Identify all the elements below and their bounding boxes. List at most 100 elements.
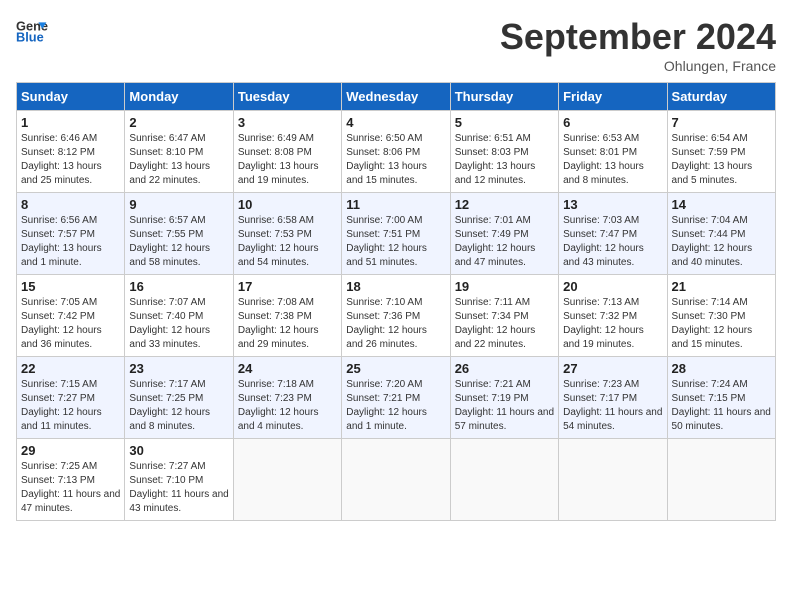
sunset-info: Sunset: 7:19 PM [455,393,529,404]
sunrise-info: Sunrise: 6:47 AM [129,133,205,144]
sunrise-info: Sunrise: 6:50 AM [346,133,422,144]
day-number: 17 [238,279,337,294]
sunset-info: Sunset: 7:25 PM [129,393,203,404]
sunrise-info: Sunrise: 6:49 AM [238,133,314,144]
table-row: 21 Sunrise: 7:14 AM Sunset: 7:30 PM Dayl… [667,275,775,357]
table-row: 22 Sunrise: 7:15 AM Sunset: 7:27 PM Dayl… [17,357,125,439]
daylight-info: Daylight: 12 hours and 33 minutes. [129,325,210,350]
day-number: 15 [21,279,120,294]
sunset-info: Sunset: 7:27 PM [21,393,95,404]
title-block: September 2024 Ohlungen, France [500,16,776,74]
day-number: 1 [21,115,120,130]
sunrise-info: Sunrise: 6:58 AM [238,215,314,226]
daylight-info: Daylight: 11 hours and 43 minutes. [129,489,228,514]
sunrise-info: Sunrise: 7:18 AM [238,379,314,390]
location: Ohlungen, France [500,58,776,74]
daylight-info: Daylight: 12 hours and 4 minutes. [238,407,319,432]
sunset-info: Sunset: 7:38 PM [238,311,312,322]
daylight-info: Daylight: 12 hours and 43 minutes. [563,243,644,268]
sunset-info: Sunset: 7:17 PM [563,393,637,404]
table-row [667,439,775,521]
day-number: 11 [346,197,445,212]
sunrise-info: Sunrise: 6:53 AM [563,133,639,144]
sunset-info: Sunset: 7:47 PM [563,229,637,240]
daylight-info: Daylight: 13 hours and 12 minutes. [455,161,536,186]
day-number: 7 [672,115,771,130]
day-of-week-header: Tuesday [233,83,341,111]
table-row: 8 Sunrise: 6:56 AM Sunset: 7:57 PM Dayli… [17,193,125,275]
sunrise-info: Sunrise: 7:05 AM [21,297,97,308]
sunrise-info: Sunrise: 7:10 AM [346,297,422,308]
table-row: 25 Sunrise: 7:20 AM Sunset: 7:21 PM Dayl… [342,357,450,439]
day-number: 23 [129,361,228,376]
table-row: 29 Sunrise: 7:25 AM Sunset: 7:13 PM Dayl… [17,439,125,521]
sunset-info: Sunset: 7:53 PM [238,229,312,240]
daylight-info: Daylight: 13 hours and 19 minutes. [238,161,319,186]
sunset-info: Sunset: 7:40 PM [129,311,203,322]
daylight-info: Daylight: 12 hours and 47 minutes. [455,243,536,268]
day-number: 29 [21,443,120,458]
day-number: 14 [672,197,771,212]
table-row: 30 Sunrise: 7:27 AM Sunset: 7:10 PM Dayl… [125,439,233,521]
sunrise-info: Sunrise: 7:01 AM [455,215,531,226]
table-row: 18 Sunrise: 7:10 AM Sunset: 7:36 PM Dayl… [342,275,450,357]
daylight-info: Daylight: 13 hours and 1 minute. [21,243,102,268]
daylight-info: Daylight: 13 hours and 5 minutes. [672,161,753,186]
daylight-info: Daylight: 12 hours and 29 minutes. [238,325,319,350]
daylight-info: Daylight: 11 hours and 50 minutes. [672,407,771,432]
calendar-table: SundayMondayTuesdayWednesdayThursdayFrid… [16,82,776,521]
sunrise-info: Sunrise: 7:07 AM [129,297,205,308]
daylight-info: Daylight: 13 hours and 25 minutes. [21,161,102,186]
sunrise-info: Sunrise: 6:56 AM [21,215,97,226]
daylight-info: Daylight: 12 hours and 40 minutes. [672,243,753,268]
day-number: 4 [346,115,445,130]
table-row: 24 Sunrise: 7:18 AM Sunset: 7:23 PM Dayl… [233,357,341,439]
table-row: 12 Sunrise: 7:01 AM Sunset: 7:49 PM Dayl… [450,193,558,275]
sunrise-info: Sunrise: 7:20 AM [346,379,422,390]
day-of-week-header: Sunday [17,83,125,111]
sunset-info: Sunset: 7:32 PM [563,311,637,322]
table-row [450,439,558,521]
table-row: 3 Sunrise: 6:49 AM Sunset: 8:08 PM Dayli… [233,111,341,193]
sunrise-info: Sunrise: 7:24 AM [672,379,748,390]
daylight-info: Daylight: 13 hours and 22 minutes. [129,161,210,186]
sunset-info: Sunset: 8:08 PM [238,147,312,158]
sunset-info: Sunset: 8:06 PM [346,147,420,158]
day-of-week-header: Monday [125,83,233,111]
sunrise-info: Sunrise: 7:03 AM [563,215,639,226]
sunrise-info: Sunrise: 7:00 AM [346,215,422,226]
table-row: 23 Sunrise: 7:17 AM Sunset: 7:25 PM Dayl… [125,357,233,439]
day-number: 3 [238,115,337,130]
sunset-info: Sunset: 7:30 PM [672,311,746,322]
day-number: 6 [563,115,662,130]
page-header: General Blue September 2024 Ohlungen, Fr… [16,16,776,74]
day-number: 25 [346,361,445,376]
sunrise-info: Sunrise: 7:25 AM [21,461,97,472]
sunset-info: Sunset: 7:42 PM [21,311,95,322]
day-number: 30 [129,443,228,458]
sunrise-info: Sunrise: 7:27 AM [129,461,205,472]
table-row: 7 Sunrise: 6:54 AM Sunset: 7:59 PM Dayli… [667,111,775,193]
sunset-info: Sunset: 7:49 PM [455,229,529,240]
table-row: 1 Sunrise: 6:46 AM Sunset: 8:12 PM Dayli… [17,111,125,193]
daylight-info: Daylight: 12 hours and 19 minutes. [563,325,644,350]
daylight-info: Daylight: 13 hours and 8 minutes. [563,161,644,186]
table-row: 10 Sunrise: 6:58 AM Sunset: 7:53 PM Dayl… [233,193,341,275]
daylight-info: Daylight: 12 hours and 26 minutes. [346,325,427,350]
day-number: 26 [455,361,554,376]
day-of-week-header: Saturday [667,83,775,111]
table-row: 5 Sunrise: 6:51 AM Sunset: 8:03 PM Dayli… [450,111,558,193]
sunrise-info: Sunrise: 6:51 AM [455,133,531,144]
table-row: 13 Sunrise: 7:03 AM Sunset: 7:47 PM Dayl… [559,193,667,275]
daylight-info: Daylight: 11 hours and 47 minutes. [21,489,120,514]
day-number: 19 [455,279,554,294]
svg-text:Blue: Blue [16,30,44,45]
sunset-info: Sunset: 8:03 PM [455,147,529,158]
table-row: 2 Sunrise: 6:47 AM Sunset: 8:10 PM Dayli… [125,111,233,193]
day-number: 27 [563,361,662,376]
sunset-info: Sunset: 8:12 PM [21,147,95,158]
day-of-week-header: Friday [559,83,667,111]
day-of-week-header: Wednesday [342,83,450,111]
sunset-info: Sunset: 7:59 PM [672,147,746,158]
day-number: 12 [455,197,554,212]
